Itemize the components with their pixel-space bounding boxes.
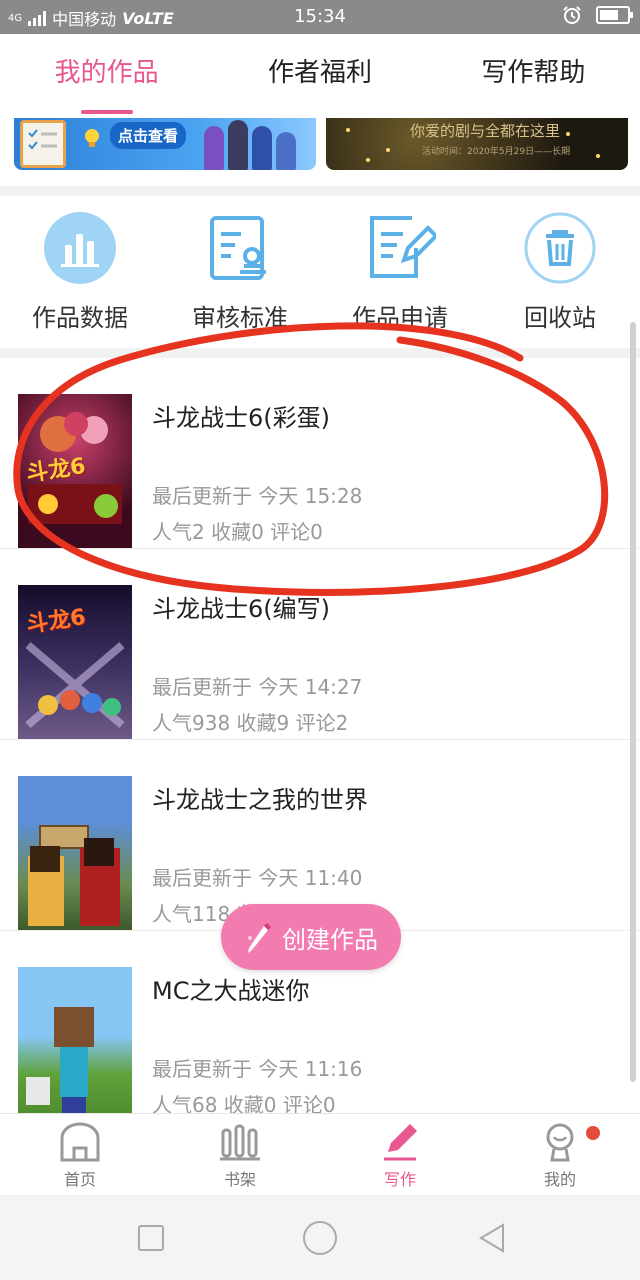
edit-document-icon [364,212,439,284]
section-divider [0,186,640,196]
action-recycle-bin[interactable]: 回收站 [480,196,640,348]
work-updated: 最后更新于 今天 11:40 [152,866,363,890]
nav-label: 书架 [223,1170,256,1189]
recent-apps-button[interactable] [138,1225,164,1251]
alarm-icon [563,6,581,24]
nav-label: 我的 [543,1170,576,1189]
work-updated: 最后更新于 今天 14:27 [152,675,363,699]
top-tabs: 我的作品 作者福利 写作帮助 [0,34,640,114]
work-title: 斗龙战士之我的世界 [152,786,368,814]
banner-right[interactable]: 你爱的剧与全都在这里 活动时间：2020年5月29日——长期 [326,118,628,170]
notification-badge [586,1126,600,1140]
nav-bookshelf[interactable]: 书架 [160,1114,320,1195]
work-updated: 最后更新于 今天 15:28 [152,484,363,508]
home-button[interactable] [303,1221,337,1255]
nav-label: 首页 [63,1170,96,1189]
nav-write[interactable]: 写作 [320,1114,480,1195]
work-cover: 斗龙6 [18,585,132,739]
banner-right-subtext: 活动时间：2020年5月29日——长期 [422,147,571,157]
quick-actions: 作品数据 审核标准 作品申请 回收站 [0,196,640,348]
banner-right-text: 你爱的剧与全都在这里 [410,122,561,140]
action-work-data[interactable]: 作品数据 [0,196,160,348]
people-illustration [204,118,314,170]
action-label: 审核标准 [192,304,288,332]
write-pencil-icon [384,1124,417,1161]
trash-icon [524,212,596,284]
banner-carousel: 点击查看 你爱的剧与全都在这里 活动时间：2020年5月29日——长期 [0,114,640,186]
action-label: 回收站 [524,304,596,332]
work-title: MC之大战迷你 [152,977,310,1005]
tab-writing-help[interactable]: 写作帮助 [427,34,640,114]
work-item[interactable]: 斗龙6 斗龙战士6(编写) 最后更新于 今天 14:27 人气938 收藏9 评… [0,549,640,740]
system-navigation-bar [0,1195,640,1280]
lightbulb-icon [85,129,99,147]
action-label: 作品数据 [32,304,128,332]
home-icon [60,1122,100,1162]
work-stats: 人气938 收藏9 评论2 [152,711,349,735]
bookshelf-icon [220,1124,260,1161]
work-stats: 人气2 收藏0 评论0 [152,520,323,544]
action-work-application[interactable]: 作品申请 [320,196,480,348]
tab-author-benefits[interactable]: 作者福利 [213,34,426,114]
status-time: 15:34 [294,6,346,27]
status-bar: 4G 中国移动 VoLTE 15:34 [0,0,640,34]
action-label: 作品申请 [352,304,448,332]
scrollbar[interactable] [630,322,636,1082]
banner-left[interactable]: 点击查看 [14,118,316,170]
bottom-navigation: 首页 书架 写作 我的 [0,1113,640,1195]
create-work-button[interactable]: 创建作品 [221,904,401,970]
work-updated: 最后更新于 今天 11:16 [152,1057,363,1081]
review-stamp-icon [204,212,276,284]
work-title: 斗龙战士6(编写) [152,595,330,623]
work-item[interactable]: 斗龙6 斗龙战士6(彩蛋) 最后更新于 今天 15:28 人气2 收藏0 评论0 [0,358,640,549]
battery-charging-icon [596,6,633,24]
work-title: 斗龙战士6(彩蛋) [152,404,330,432]
work-cover [18,776,132,930]
bar-chart-icon [44,212,116,284]
works-list: 斗龙6 斗龙战士6(彩蛋) 最后更新于 今天 15:28 人气2 收藏0 评论0… [0,358,640,1122]
checklist-board-icon [20,120,66,168]
nav-profile[interactable]: 我的 [480,1114,640,1195]
nav-label: 写作 [383,1170,416,1189]
pencil-icon [248,923,271,953]
work-cover [18,967,132,1121]
nav-home[interactable]: 首页 [0,1114,160,1195]
back-button[interactable] [478,1223,506,1253]
work-cover: 斗龙6 [18,394,132,548]
create-work-label: 创建作品 [282,925,378,954]
view-now-button[interactable]: 点击查看 [110,122,187,149]
tab-my-works[interactable]: 我的作品 [0,34,213,114]
action-review-standards[interactable]: 审核标准 [160,196,320,348]
profile-icon [546,1123,574,1162]
work-item[interactable]: 斗龙战士之我的世界 最后更新于 今天 11:40 人气118 收藏 [0,740,640,931]
section-divider [0,348,640,358]
